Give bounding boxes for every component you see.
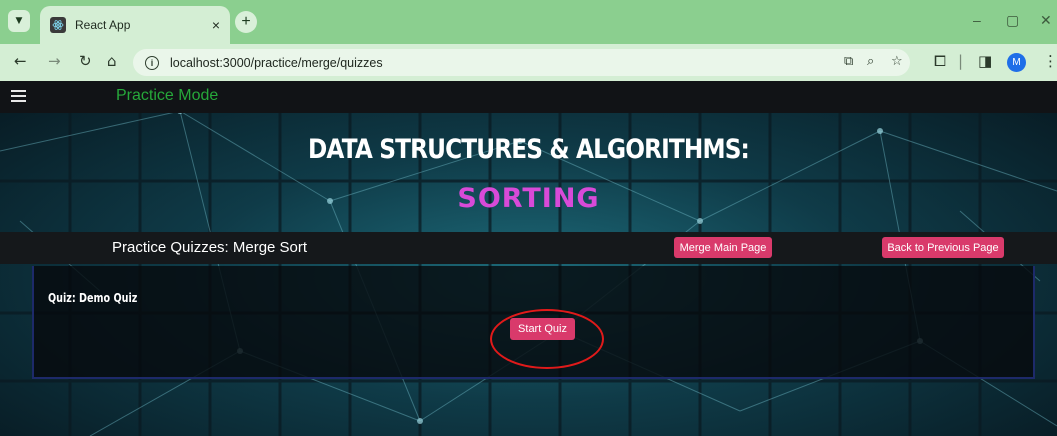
zoom-icon[interactable]: ⌕ (867, 54, 874, 69)
restore-icon[interactable]: ▢ (1006, 12, 1019, 29)
merge-main-page-button[interactable]: Merge Main Page (674, 237, 772, 258)
install-app-icon[interactable]: ⧉ (844, 54, 853, 69)
app-navbar: Practice Mode (0, 81, 1057, 113)
back-arrow-icon[interactable]: ← (14, 52, 27, 70)
hamburger-menu-icon[interactable] (11, 88, 26, 104)
home-icon[interactable]: ⌂ (107, 52, 117, 70)
minimize-icon[interactable]: – (973, 12, 981, 28)
browser-toolbar: ← → ↻ ⌂ i localhost:3000/practice/merge/… (0, 44, 1057, 81)
url-text[interactable]: localhost:3000/practice/merge/quizzes (170, 56, 383, 70)
new-tab-button[interactable]: + (235, 11, 257, 33)
practice-mode-label: Practice Mode (116, 87, 219, 104)
tab-close-icon[interactable]: × (212, 17, 220, 33)
tab-title: React App (75, 18, 131, 32)
tab-dropdown-icon[interactable]: ▼ (8, 10, 30, 32)
extensions-icon[interactable]: ⧠ (934, 52, 946, 70)
close-window-icon[interactable]: ✕ (1040, 12, 1052, 29)
browser-tab[interactable]: React App × (40, 6, 230, 44)
side-panel-icon[interactable]: ◨ (978, 52, 992, 70)
reload-icon[interactable]: ↻ (79, 52, 92, 70)
annotation-circle (490, 309, 604, 369)
hero-subtitle: SORTING (457, 183, 600, 214)
address-bar[interactable]: i localhost:3000/practice/merge/quizzes … (133, 49, 910, 76)
toolbar-divider: | (958, 52, 964, 70)
section-header-bar: Practice Quizzes: Merge Sort Merge Main … (0, 232, 1057, 264)
react-favicon-icon (50, 17, 66, 33)
section-title: Practice Quizzes: Merge Sort (112, 239, 308, 256)
site-info-icon[interactable]: i (145, 55, 159, 70)
browser-tab-bar: ▼ React App × + – ▢ ✕ (0, 0, 1057, 44)
page-content: Practice Mode DATA STRUCTURES & ALGORITH… (0, 81, 1057, 436)
hero-title: DATA STRUCTURES & ALGORITHMS: (308, 134, 750, 165)
profile-avatar[interactable]: M (1007, 53, 1026, 72)
bookmark-star-icon[interactable]: ☆ (891, 54, 903, 69)
more-menu-icon[interactable]: ⋮ (1043, 52, 1057, 70)
back-to-previous-page-button[interactable]: Back to Previous Page (882, 237, 1004, 258)
quiz-title: Quiz: Demo Quiz (48, 291, 138, 305)
forward-arrow-icon[interactable]: → (48, 52, 61, 70)
